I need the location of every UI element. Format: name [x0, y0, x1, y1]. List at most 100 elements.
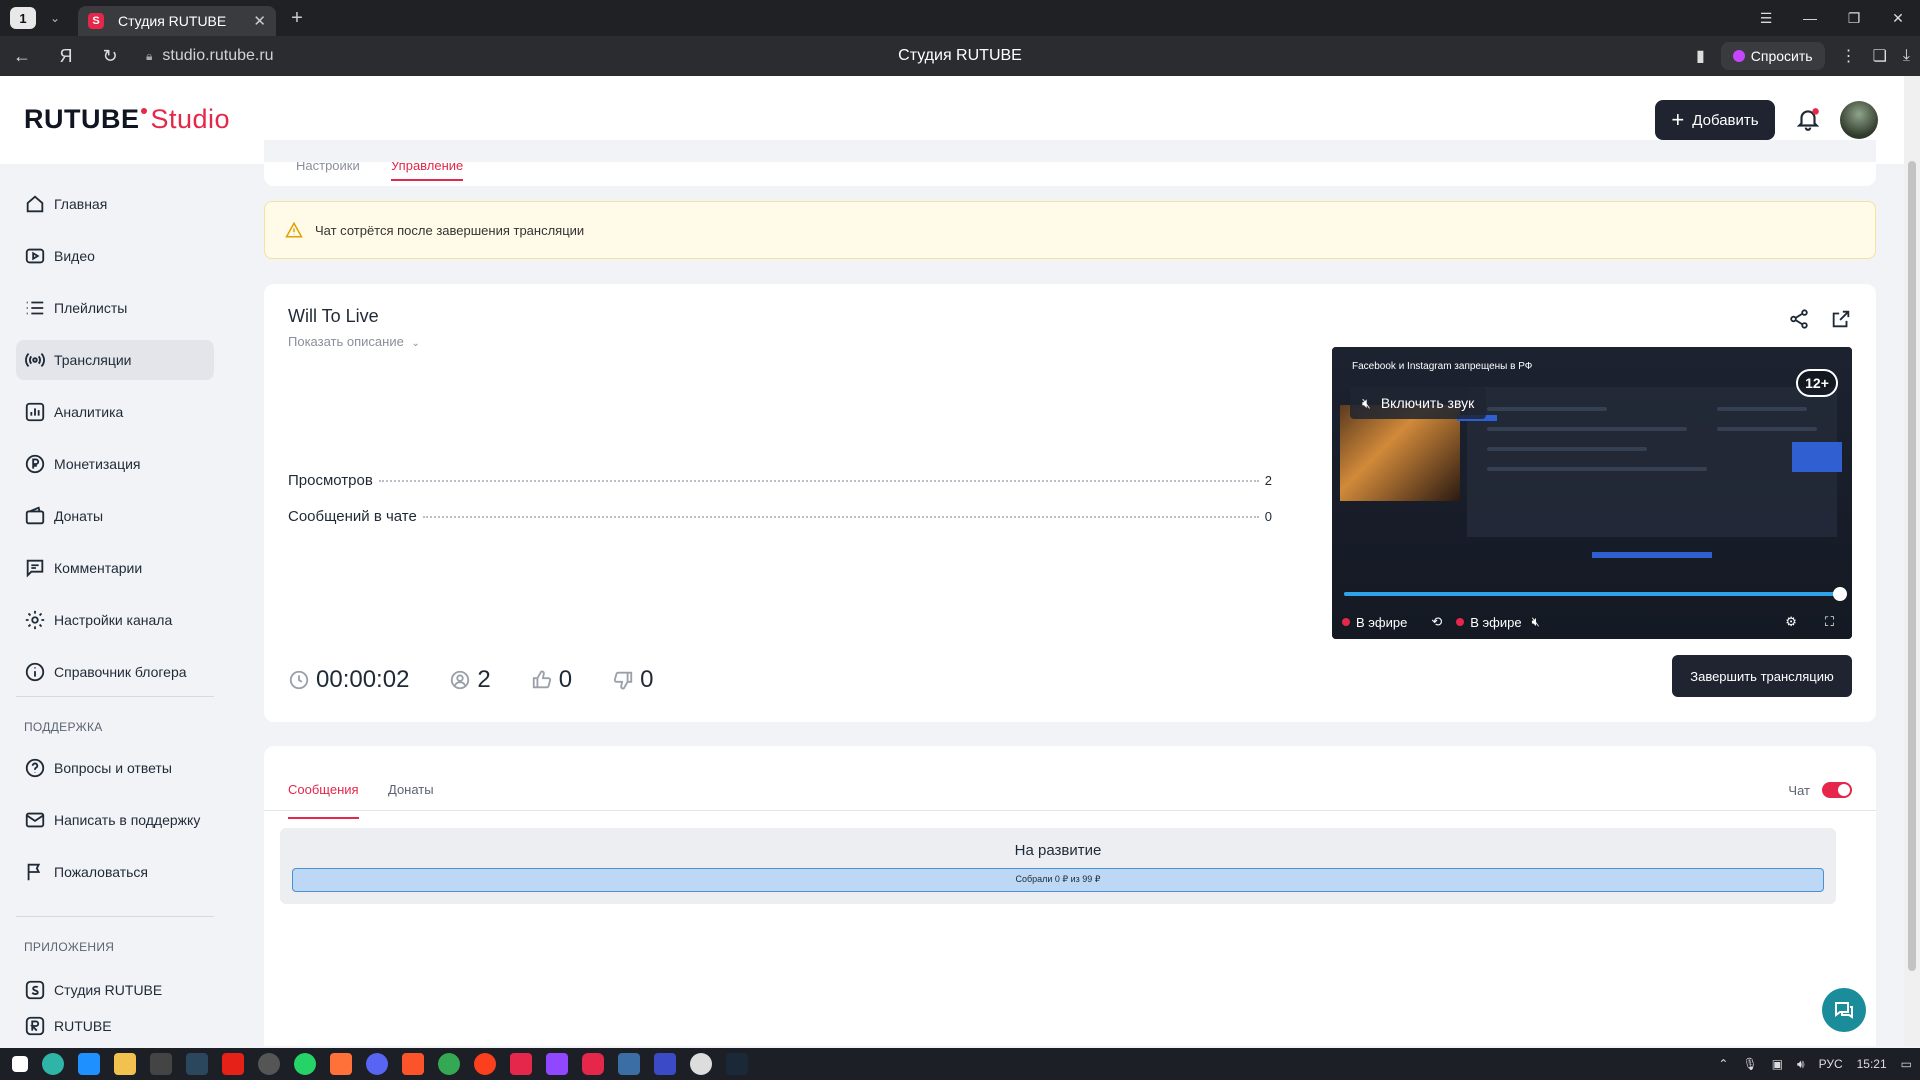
language-indicator[interactable]: РУС [1819, 1057, 1843, 1071]
dotted-leader [378, 480, 1259, 482]
notifications-icon[interactable]: ▭ [1901, 1057, 1912, 1071]
show-description-toggle[interactable]: Показать описание ⌄ [288, 334, 420, 349]
messages-value: 0 [1264, 509, 1272, 524]
chat-toggle[interactable] [1822, 782, 1852, 798]
microphone-icon[interactable]: 🎙︎ [1742, 1057, 1757, 1071]
help-chat-button[interactable] [1822, 988, 1866, 1032]
onedrive-icon[interactable] [78, 1053, 100, 1075]
new-tab-icon[interactable]: + [286, 7, 308, 30]
share-icon[interactable] [1788, 308, 1810, 330]
discord-icon[interactable] [366, 1053, 388, 1075]
file-explorer-icon[interactable] [114, 1053, 136, 1075]
url-field[interactable]: 🔒︎ studio.rutube.ru [146, 47, 274, 65]
open-external-icon[interactable] [1830, 308, 1852, 330]
minimize-icon[interactable]: — [1788, 10, 1832, 26]
app-icon[interactable] [618, 1053, 640, 1075]
tabs-dropdown-icon[interactable]: ⌄ [44, 11, 66, 25]
logo-dot-icon [140, 108, 147, 114]
sidebar-item-rutube-app[interactable]: RUTUBE [16, 1014, 214, 1038]
sidebar-item-comments[interactable]: Комментарии [16, 548, 214, 588]
browser-tab[interactable]: S Студия RUTUBE ✕ [78, 6, 276, 36]
network-icon[interactable]: ▣ [1772, 1057, 1783, 1071]
sidebar: Главная Видео Плейлисты Трансляции Анали… [0, 164, 230, 1044]
steam-icon[interactable] [186, 1053, 208, 1075]
browser-menu-icon[interactable]: ☰ [1744, 10, 1788, 27]
more-icon[interactable]: ⋮ [1841, 46, 1857, 66]
stream-card: Will To Live Показать описание ⌄ Просмот… [264, 284, 1876, 722]
fullscreen-icon[interactable]: ⛶ [1825, 614, 1834, 630]
sidebar-item-streams[interactable]: Трансляции [16, 340, 214, 380]
reload-icon[interactable]: ↻ [88, 46, 132, 67]
volume-muted-icon[interactable]: 🔇︎ [1532, 614, 1540, 630]
seek-knob[interactable] [1833, 587, 1847, 601]
app-icon[interactable] [330, 1053, 352, 1075]
stream-actions [1788, 308, 1852, 330]
yandex-icon[interactable]: Я [44, 46, 88, 67]
restore-icon[interactable]: ❐ [1832, 10, 1876, 27]
broadcast-icon [25, 352, 45, 368]
sidebar-item-faq[interactable]: Вопросы и ответы [16, 748, 214, 788]
unmute-button[interactable]: 🔇︎ Включить звук [1350, 387, 1487, 419]
page-scrollbar[interactable] [1904, 76, 1920, 1046]
sidebar-item-playlists[interactable]: Плейлисты [16, 288, 214, 328]
rutube-icon[interactable] [510, 1053, 532, 1075]
avatar[interactable] [1840, 101, 1878, 139]
notifications-bell-icon[interactable] [1795, 106, 1821, 132]
add-label: Добавить [1692, 111, 1759, 129]
yandex-browser-icon[interactable] [474, 1053, 496, 1075]
views-stat: Просмотров 2 [288, 472, 1272, 489]
bookmark-icon[interactable]: ▮ [1696, 46, 1705, 66]
question-icon [25, 758, 45, 778]
edge-icon[interactable] [42, 1053, 64, 1075]
dislikes-stat: 0 [612, 666, 654, 694]
sidebar-item-report[interactable]: Пожаловаться [16, 852, 214, 892]
settings-icon[interactable]: ⚙ [1785, 614, 1797, 630]
sidebar-item-label: Главная [54, 196, 108, 212]
youtube-icon[interactable] [222, 1053, 244, 1075]
steam-icon[interactable] [726, 1053, 748, 1075]
window-controls: ☰ — ❐ ✕ [1744, 0, 1920, 36]
sidebar-item-donations[interactable]: Донаты [16, 496, 214, 536]
chevron-up-icon[interactable]: ⌃ [1718, 1057, 1728, 1071]
brave-icon[interactable] [402, 1053, 424, 1075]
windows-start-icon[interactable] [12, 1056, 28, 1072]
messages-label: Сообщений в чате [288, 508, 417, 525]
add-button[interactable]: + Добавить [1655, 100, 1775, 140]
back-icon[interactable]: ← [0, 46, 44, 67]
tab-counter[interactable]: 1 [10, 7, 36, 29]
sidebar-item-studio-app[interactable]: Студия RUTUBE [16, 970, 214, 1010]
clock[interactable]: 15:21 [1857, 1057, 1887, 1071]
downloads-icon[interactable]: ⤓ [1903, 47, 1910, 65]
whatsapp-icon[interactable] [294, 1053, 316, 1075]
end-stream-button[interactable]: Завершить трансляцию [1672, 655, 1852, 697]
rutube-studio-logo[interactable]: RUTUBE Studio [24, 104, 230, 135]
likes-value: 0 [558, 666, 573, 693]
sidebar-item-channel-settings[interactable]: Настройки канала [16, 600, 214, 640]
collections-icon[interactable]: ❏ [1873, 46, 1887, 66]
app-icon[interactable] [654, 1053, 676, 1075]
chrome-icon[interactable] [438, 1053, 460, 1075]
unreal-icon[interactable] [690, 1053, 712, 1075]
close-window-icon[interactable]: ✕ [1876, 10, 1920, 27]
sidebar-item-monetization[interactable]: Монетизация [16, 444, 214, 484]
scrollbar-thumb[interactable] [1908, 161, 1916, 971]
ask-button[interactable]: Спросить [1720, 42, 1825, 70]
seek-bar[interactable] [1344, 587, 1847, 601]
live-indicator[interactable]: В эфире [1456, 615, 1522, 630]
sidebar-item-blogger-guide[interactable]: Справочник блогера [16, 652, 214, 692]
replay-10-icon[interactable]: ⟲ [1431, 614, 1442, 630]
sidebar-item-write-support[interactable]: Написать в поддержку [16, 800, 214, 840]
tab-messages[interactable]: Сообщения [288, 782, 359, 819]
tab-donations[interactable]: Донаты [388, 782, 434, 797]
volume-icon[interactable]: 🔊︎ [1797, 1057, 1805, 1072]
video-player[interactable]: Facebook и Instagram запрещены в РФ 🔇︎ В… [1332, 347, 1852, 639]
seek-bar-fill [1344, 592, 1840, 596]
obs-icon[interactable] [258, 1053, 280, 1075]
twitch-icon[interactable] [546, 1053, 568, 1075]
sidebar-item-video[interactable]: Видео [16, 236, 214, 276]
sidebar-item-analytics[interactable]: Аналитика [16, 392, 214, 432]
app-icon[interactable] [582, 1053, 604, 1075]
close-tab-icon[interactable]: ✕ [253, 12, 266, 30]
store-icon[interactable] [150, 1053, 172, 1075]
sidebar-item-home[interactable]: Главная [16, 184, 214, 224]
